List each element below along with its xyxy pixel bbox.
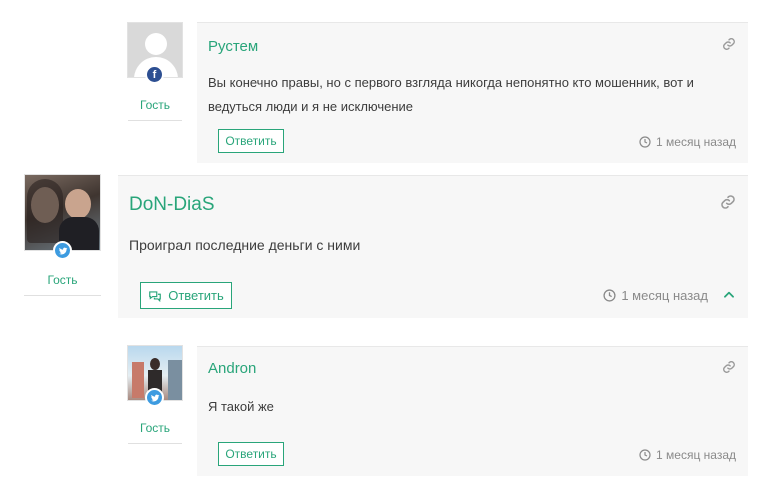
time-label: 1 месяц назад bbox=[656, 135, 736, 149]
user-role: Гость bbox=[47, 273, 78, 287]
comment-time: 1 месяц назад bbox=[603, 288, 708, 303]
clock-icon bbox=[603, 289, 616, 302]
avatar-column: Гость bbox=[127, 345, 183, 444]
avatar-column: Гость bbox=[24, 174, 101, 296]
facebook-icon: f bbox=[145, 65, 164, 84]
link-icon[interactable] bbox=[722, 360, 736, 379]
chevron-up-icon[interactable] bbox=[722, 288, 736, 307]
avatar-photo bbox=[25, 175, 100, 250]
time-label: 1 месяц назад bbox=[656, 448, 736, 462]
divider bbox=[128, 443, 182, 444]
divider bbox=[24, 295, 101, 296]
reply-label: Ответить bbox=[168, 288, 224, 303]
divider bbox=[128, 120, 182, 121]
comments-icon bbox=[149, 290, 162, 302]
comment-text: Я такой же bbox=[208, 399, 274, 414]
avatar[interactable] bbox=[127, 345, 183, 407]
comment-time: 1 месяц назад bbox=[639, 448, 736, 462]
comment-card: Рустем Вы конечно правы, но с первого вз… bbox=[197, 22, 748, 163]
reply-label: Ответить bbox=[225, 134, 277, 148]
link-icon[interactable] bbox=[722, 37, 736, 56]
comment-time: 1 месяц назад bbox=[639, 135, 736, 149]
link-icon[interactable] bbox=[720, 194, 736, 215]
clock-icon bbox=[639, 136, 651, 148]
clock-icon bbox=[639, 449, 651, 461]
twitter-icon bbox=[53, 241, 72, 260]
avatar[interactable]: f bbox=[127, 22, 183, 84]
reply-button[interactable]: Ответить bbox=[140, 282, 232, 309]
comment-text: Проиграл последние деньги с ними bbox=[129, 237, 361, 253]
comment-author[interactable]: Andron bbox=[208, 360, 256, 377]
reply-button[interactable]: Ответить bbox=[218, 129, 284, 153]
reply-button[interactable]: Ответить bbox=[218, 442, 284, 466]
avatar[interactable] bbox=[24, 174, 101, 260]
time-label: 1 месяц назад bbox=[621, 288, 708, 303]
avatar-column: f Гость bbox=[127, 22, 183, 121]
comment-text: Вы конечно правы, но с первого взгляда н… bbox=[208, 75, 694, 114]
user-role: Гость bbox=[139, 98, 171, 112]
twitter-icon bbox=[145, 388, 164, 407]
comment-card: DoN-DiaS Проиграл последние деньги с ним… bbox=[118, 175, 748, 318]
user-role: Гость bbox=[139, 421, 171, 435]
comment-author[interactable]: DoN-DiaS bbox=[129, 194, 215, 216]
reply-label: Ответить bbox=[225, 447, 277, 461]
comment-author[interactable]: Рустем bbox=[208, 38, 258, 55]
comment-card: Andron Я такой же Ответить 1 месяц назад bbox=[197, 346, 748, 476]
